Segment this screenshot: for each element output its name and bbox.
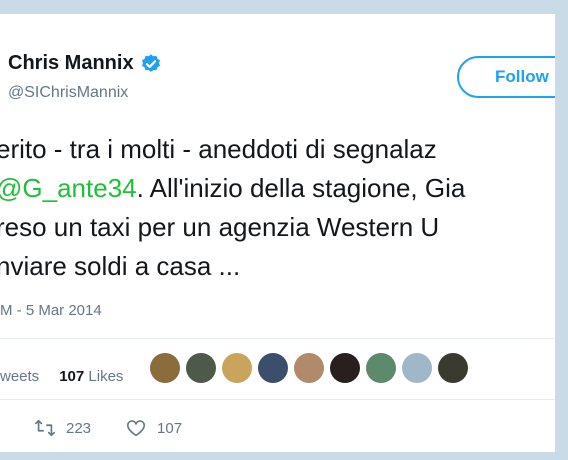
likes-stat[interactable]: 107 Likes bbox=[59, 368, 123, 385]
mention-link[interactable]: G_ante34 bbox=[22, 173, 136, 203]
retweet-count: 223 bbox=[66, 419, 92, 437]
author-name[interactable]: Chris Mannix bbox=[8, 52, 134, 75]
avatar[interactable] bbox=[294, 353, 324, 383]
heart-icon bbox=[126, 420, 146, 437]
divider bbox=[0, 399, 555, 400]
tweet-line: reso un taxi per un agenzia Western U bbox=[0, 212, 440, 242]
follow-button[interactable]: Follow bbox=[457, 56, 555, 98]
divider bbox=[0, 338, 555, 339]
author-row[interactable]: Chris Mannix bbox=[8, 52, 162, 75]
avatar[interactable] bbox=[150, 353, 180, 383]
tweet-actions: 223 107 bbox=[34, 418, 216, 438]
verified-badge-icon bbox=[140, 53, 162, 75]
engagement-stats: weets 107 Likes bbox=[0, 368, 123, 385]
like-count: 107 bbox=[157, 419, 183, 437]
retweet-icon bbox=[35, 419, 55, 437]
tweet-line: erito - tra i molti - aneddoti di segnal… bbox=[0, 134, 437, 164]
likes-count: 107 bbox=[59, 368, 85, 385]
tweet-card: Chris Mannix @SIChrisMannix Follow erito… bbox=[0, 14, 555, 452]
avatar[interactable] bbox=[222, 353, 252, 383]
author-handle[interactable]: @SIChrisMannix bbox=[8, 84, 128, 102]
tweet-text: erito - tra i molti - aneddoti di segnal… bbox=[0, 130, 555, 286]
avatar[interactable] bbox=[186, 353, 216, 383]
avatar[interactable] bbox=[402, 353, 432, 383]
like-button[interactable]: 107 bbox=[125, 418, 182, 438]
avatar[interactable] bbox=[330, 353, 360, 383]
retweets-label[interactable]: weets bbox=[0, 368, 39, 385]
mention-at-icon: @ bbox=[0, 173, 22, 203]
avatar[interactable] bbox=[366, 353, 396, 383]
tweet-timestamp[interactable]: M - 5 Mar 2014 bbox=[0, 302, 102, 319]
tweet-line: @G_ante34. All'inizio della stagione, Gi… bbox=[0, 169, 555, 208]
retweet-button[interactable]: 223 bbox=[34, 418, 91, 438]
avatar[interactable] bbox=[438, 353, 468, 383]
likes-label: Likes bbox=[88, 368, 124, 385]
tweet-line-rest: . All'inizio della stagione, Gia bbox=[136, 173, 466, 203]
tweet-line: nviare soldi a casa ... bbox=[0, 251, 241, 281]
avatar[interactable] bbox=[258, 353, 288, 383]
liker-avatars bbox=[150, 353, 468, 383]
